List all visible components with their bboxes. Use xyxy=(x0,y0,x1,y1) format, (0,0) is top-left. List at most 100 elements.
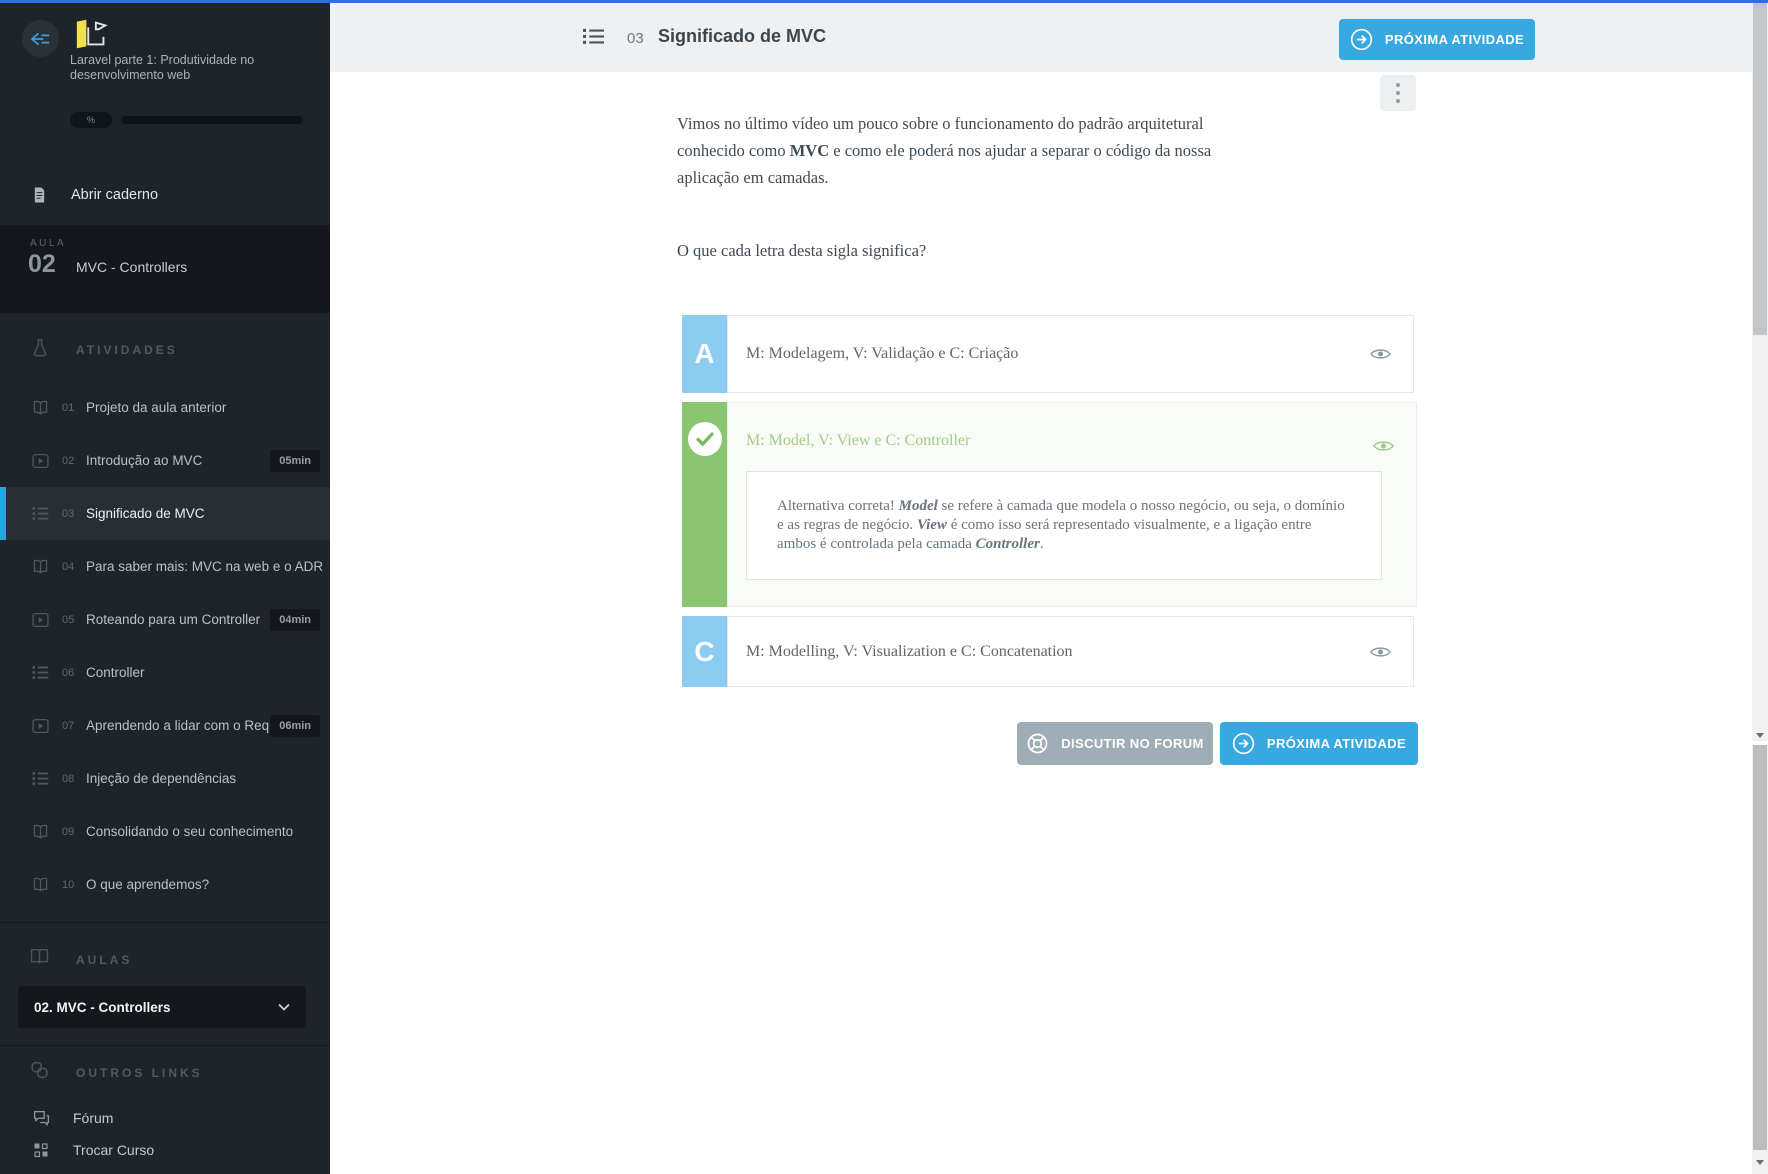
option-body: M: Modelling, V: Visualization e C: Conc… xyxy=(727,616,1414,687)
answer-option-c[interactable]: C M: Modelling, V: Visualization e C: Con… xyxy=(682,616,1414,687)
discuss-forum-label: DISCUTIR NO FORUM xyxy=(1061,736,1204,751)
sidebar-divider xyxy=(0,922,330,923)
forum-buoy-icon xyxy=(1026,732,1049,755)
course-title: Laravel parte 1: Produtividade no desenv… xyxy=(70,53,315,83)
sidebar-link-trocar-curso[interactable]: Trocar Curso xyxy=(0,1135,330,1165)
page-title: Significado de MVC xyxy=(658,26,826,47)
answer-option-a[interactable]: AM: Modelagem, V: Validação e C: Criação xyxy=(682,315,1414,393)
chevron-down-icon xyxy=(278,1003,290,1011)
arrow-left-icon xyxy=(31,32,50,46)
activity-number: 03 xyxy=(627,30,644,47)
next-activity-label: PRÓXIMA ATIVIDADE xyxy=(1385,32,1524,47)
next-activity-button-top[interactable]: PRÓXIMA ATIVIDADE xyxy=(1339,19,1535,60)
activity-label: Roteando para um Controller xyxy=(86,612,260,627)
scrollbar-track[interactable] xyxy=(1752,0,1768,1174)
sidebar-activity-07[interactable]: 07Aprendendo a lidar com o Request06min xyxy=(0,699,330,752)
activity-index: 10 xyxy=(62,879,79,891)
activity-index: 02 xyxy=(62,455,79,467)
sidebar-activity-02[interactable]: 02 Introdução ao MVC 05min xyxy=(0,434,330,487)
video-icon xyxy=(32,453,50,469)
activity-index: 09 xyxy=(62,826,79,838)
sidebar-activity-04[interactable]: 04 Para saber mais: MVC na web e o ADR xyxy=(0,540,330,593)
activity-index: 06 xyxy=(62,667,79,679)
activity-label: O que aprendemos? xyxy=(86,877,209,892)
other-links-header: OUTROS LINKS xyxy=(76,1066,203,1080)
duration-badge: 04min xyxy=(270,609,320,631)
more-options-menu[interactable] xyxy=(1380,75,1416,111)
activity-index: 08 xyxy=(62,773,79,785)
discuss-forum-button[interactable]: DISCUTIR NO FORUM xyxy=(1017,722,1213,765)
book-icon xyxy=(32,877,50,893)
sidebar-link-f-rum[interactable]: Fórum xyxy=(0,1103,330,1133)
sidebar-activity-01[interactable]: 01Projeto da aula anterior xyxy=(0,381,330,434)
activity-label: Controller xyxy=(86,665,145,680)
option-text: M: Model, V: View e C: Controller xyxy=(746,432,970,449)
question-prompt: O que cada letra desta sigla significa? xyxy=(677,241,926,261)
footer-actions: DISCUTIR NO FORUM PRÓXIMA ATIVIDADE xyxy=(1017,722,1418,765)
scrollbar-thumb-page[interactable] xyxy=(1753,745,1767,1150)
forum-icon xyxy=(33,1110,50,1126)
link-label: Trocar Curso xyxy=(73,1142,154,1158)
scroll-down-arrow[interactable] xyxy=(1752,729,1768,741)
scrollbar-thumb-content[interactable] xyxy=(1753,3,1767,335)
progress-bar xyxy=(121,116,303,124)
list-icon xyxy=(32,506,50,521)
current-lesson-block[interactable]: AULA 02 MVC - Controllers xyxy=(0,225,330,313)
collapse-sidebar-button[interactable] xyxy=(22,20,59,57)
eye-icon[interactable] xyxy=(1370,347,1391,361)
lesson-number: 02 xyxy=(28,250,56,279)
lesson-label: AULA xyxy=(30,238,66,249)
sidebar-activity-05[interactable]: 05 Roteando para um Controller 04min xyxy=(0,593,330,646)
arrow-circle-right-icon xyxy=(1232,732,1255,755)
list-icon xyxy=(32,771,50,786)
activity-index: 03 xyxy=(62,508,79,520)
sidebar-activity-08[interactable]: 08 Injeção de dependências xyxy=(0,752,330,805)
sidebar-activity-10[interactable]: 10 O que aprendemos? xyxy=(0,858,330,911)
duration-badge: 06min xyxy=(270,715,320,737)
activity-index: 07 xyxy=(62,720,79,732)
eye-icon[interactable] xyxy=(1370,645,1391,659)
book-icon xyxy=(32,824,50,840)
activity-label: Projeto da aula anterior xyxy=(86,400,226,415)
open-notebook-label: Abrir caderno xyxy=(71,187,158,203)
top-progress-line xyxy=(0,0,1768,3)
option-text: M: Modelling, V: Visualization e C: Conc… xyxy=(746,643,1073,661)
option-body: M: Model, V: View e C: Controller Alterna… xyxy=(727,402,1417,607)
list-icon xyxy=(583,28,604,45)
lesson-select-dropdown[interactable]: 02. MVC - Controllers xyxy=(18,986,306,1028)
answer-explanation: Alternativa correta! Model se refere à c… xyxy=(746,471,1382,580)
next-activity-button-bottom[interactable]: PRÓXIMA ATIVIDADE xyxy=(1220,722,1418,765)
answer-options: AM: Modelagem, V: Validação e C: Criação… xyxy=(682,315,1414,687)
activity-index: 04 xyxy=(62,561,79,573)
check-icon xyxy=(688,422,722,456)
activity-index: 05 xyxy=(62,614,79,626)
links-icon xyxy=(30,1061,49,1079)
laravel-logo xyxy=(70,15,116,53)
activities-list: 01Projeto da aula anterior 02 Introdução a… xyxy=(0,381,330,911)
scroll-down-arrow[interactable] xyxy=(1752,1156,1768,1168)
lesson-select-value: 02. MVC - Controllers xyxy=(34,1000,171,1015)
grid-icon xyxy=(33,1142,50,1158)
option-letter: C xyxy=(682,616,727,687)
course-sidebar: Laravel parte 1: Produtividade no desenv… xyxy=(0,0,330,1174)
aulas-header: AULAS xyxy=(76,953,132,967)
video-icon xyxy=(32,718,50,734)
book-icon xyxy=(32,400,50,416)
arrow-circle-right-icon xyxy=(1350,28,1373,51)
progress-percent-pill: % xyxy=(70,112,112,128)
sidebar-activity-09[interactable]: 09Consolidando o seu conhecimento xyxy=(0,805,330,858)
activity-header-bar: 03 Significado de MVC PRÓXIMA ATIVIDADE xyxy=(330,3,1752,72)
sidebar-divider xyxy=(0,1045,330,1046)
duration-badge: 05min xyxy=(270,450,320,472)
activity-label: Injeção de dependências xyxy=(86,771,236,786)
answer-option-correct[interactable]: M: Model, V: View e C: Controller Alterna… xyxy=(682,402,1414,607)
sidebar-activity-06[interactable]: 06 Controller xyxy=(0,646,330,699)
activity-label: Para saber mais: MVC na web e o ADR xyxy=(86,559,323,574)
activity-label: Significado de MVC xyxy=(86,506,205,521)
link-label: Fórum xyxy=(73,1110,113,1126)
activity-label: Introdução ao MVC xyxy=(86,453,202,468)
eye-icon[interactable] xyxy=(1373,439,1394,453)
book-icon xyxy=(32,559,50,575)
open-notebook-button[interactable]: Abrir caderno xyxy=(0,176,330,214)
sidebar-activity-03[interactable]: 03 Significado de MVC xyxy=(0,487,330,540)
